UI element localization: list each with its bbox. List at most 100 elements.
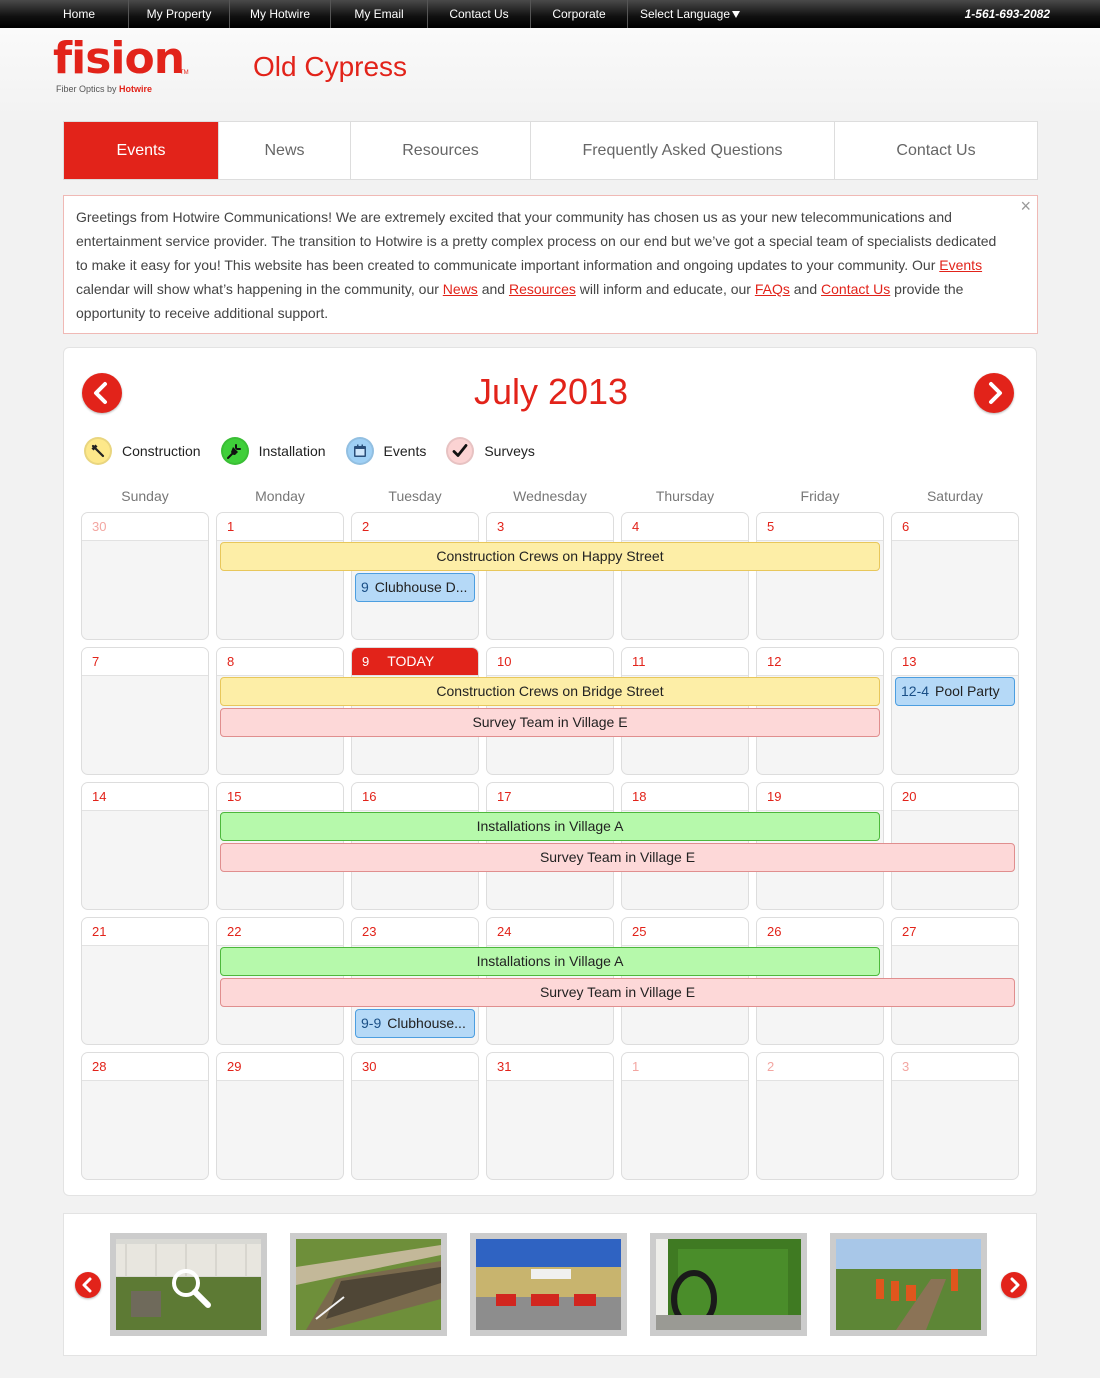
day-cell[interactable]: 6 bbox=[891, 512, 1019, 640]
event-bar-surv[interactable]: Survey Team in Village E bbox=[220, 978, 1015, 1007]
day-number: 21 bbox=[82, 918, 208, 946]
day-number: 20 bbox=[892, 783, 1018, 811]
gallery-thumbnail[interactable] bbox=[470, 1233, 627, 1336]
day-cell[interactable]: 31 bbox=[486, 1052, 614, 1180]
topnav-contact-us[interactable]: Contact Us bbox=[428, 0, 531, 28]
day-cell[interactable]: 3 bbox=[891, 1052, 1019, 1180]
event-bar-cons[interactable]: Construction Crews on Bridge Street bbox=[220, 677, 880, 706]
day-number-text: 27 bbox=[902, 924, 917, 939]
day-cell[interactable]: 29 bbox=[216, 1052, 344, 1180]
event-title: Survey Team in Village E bbox=[539, 849, 696, 865]
next-month-button[interactable] bbox=[974, 373, 1014, 413]
day-cell[interactable]: 28 bbox=[81, 1052, 209, 1180]
day-cell[interactable]: 4 bbox=[621, 512, 749, 640]
topnav-my-hotwire[interactable]: My Hotwire bbox=[230, 0, 331, 28]
legend-item-events: Events bbox=[345, 437, 427, 465]
day-cell[interactable]: 21 bbox=[81, 917, 209, 1045]
day-cell[interactable]: 2 bbox=[756, 1052, 884, 1180]
notice-link-events[interactable]: Events bbox=[939, 257, 982, 273]
day-cell[interactable]: 1 bbox=[621, 1052, 749, 1180]
day-number: 30 bbox=[82, 513, 208, 541]
day-number-text: 17 bbox=[497, 789, 512, 804]
gallery-next-button[interactable] bbox=[1001, 1272, 1027, 1298]
event-bar-evt[interactable]: 12-4 Pool Party bbox=[895, 677, 1015, 706]
day-number-text: 2 bbox=[767, 1059, 775, 1074]
notice-link-contact[interactable]: Contact Us bbox=[821, 281, 890, 297]
weekday-header: Wednesday bbox=[513, 488, 587, 504]
day-cell[interactable]: 1 bbox=[216, 512, 344, 640]
tab-frequently-asked-questions[interactable]: Frequently Asked Questions bbox=[531, 122, 835, 179]
day-cell[interactable]: 5 bbox=[756, 512, 884, 640]
notice-text-part: and bbox=[477, 281, 509, 297]
logo-tagline: Fiber Optics by Hotwire bbox=[56, 84, 193, 94]
day-number-text: 22 bbox=[227, 924, 242, 939]
topnav-home[interactable]: Home bbox=[30, 0, 129, 28]
day-number-text: 9 bbox=[362, 654, 370, 669]
logo-tagline-prefix: Fiber Optics by bbox=[56, 84, 120, 94]
gallery-prev-button[interactable] bbox=[75, 1272, 101, 1298]
day-number: 2 bbox=[352, 513, 478, 541]
weekday-header: Monday bbox=[255, 488, 305, 504]
gallery-thumbnail[interactable] bbox=[110, 1233, 267, 1336]
chevron-right-icon bbox=[1010, 1277, 1020, 1293]
day-cell[interactable]: 13 bbox=[891, 647, 1019, 775]
day-cell[interactable]: 14 bbox=[81, 782, 209, 910]
day-number-text: 23 bbox=[362, 924, 377, 939]
day-number: 1 bbox=[622, 1053, 748, 1081]
day-number: 15 bbox=[217, 783, 343, 811]
day-number: 17 bbox=[487, 783, 613, 811]
day-number-text: 6 bbox=[902, 519, 910, 534]
weekday-header: Friday bbox=[800, 488, 840, 504]
day-number-text: 28 bbox=[92, 1059, 107, 1074]
day-number: 24 bbox=[487, 918, 613, 946]
event-bar-surv[interactable]: Survey Team in Village E bbox=[220, 708, 880, 737]
day-number-text: 29 bbox=[227, 1059, 242, 1074]
day-number: 26 bbox=[757, 918, 883, 946]
notice-close-icon[interactable]: × bbox=[1020, 196, 1031, 217]
notice-link-news[interactable]: News bbox=[443, 281, 478, 297]
topnav-corporate[interactable]: Corporate bbox=[531, 0, 628, 28]
gallery-thumbnail[interactable] bbox=[650, 1233, 807, 1336]
tab-news[interactable]: News bbox=[219, 122, 351, 179]
day-number-text: 10 bbox=[497, 654, 512, 669]
day-cell[interactable]: 30 bbox=[351, 1052, 479, 1180]
tab-resources[interactable]: Resources bbox=[351, 122, 531, 179]
logo-wordmark: fision bbox=[53, 33, 185, 84]
day-cell[interactable]: 3 bbox=[486, 512, 614, 640]
tab-events[interactable]: Events bbox=[64, 122, 219, 179]
event-bar-surv[interactable]: Survey Team in Village E bbox=[220, 843, 1015, 872]
day-number-text: 18 bbox=[632, 789, 647, 804]
hammer-icon bbox=[84, 437, 112, 465]
gallery-thumbnail[interactable] bbox=[290, 1233, 447, 1336]
day-number: 16 bbox=[352, 783, 478, 811]
photo-crew-trench bbox=[836, 1239, 981, 1330]
event-bar-cons[interactable]: Construction Crews on Happy Street bbox=[220, 542, 880, 571]
day-number-text: 4 bbox=[632, 519, 640, 534]
event-time: 12-4 bbox=[901, 683, 930, 699]
day-cell[interactable]: 30 bbox=[81, 512, 209, 640]
tab-contact-us[interactable]: Contact Us bbox=[835, 122, 1037, 179]
day-number-text: 16 bbox=[362, 789, 377, 804]
topnav-my-property[interactable]: My Property bbox=[129, 0, 230, 28]
day-number-text: 20 bbox=[902, 789, 917, 804]
fision-logo[interactable]: fision TM Fiber Optics by Hotwire bbox=[53, 36, 193, 98]
day-number: 30 bbox=[352, 1053, 478, 1081]
chevron-right-icon bbox=[989, 382, 1002, 404]
notice-link-resources[interactable]: Resources bbox=[509, 281, 576, 297]
legend-label: Events bbox=[383, 443, 427, 459]
event-title: Clubhouse... bbox=[387, 1015, 466, 1031]
language-select[interactable]: Select Language bbox=[628, 0, 752, 28]
day-number: 13 bbox=[892, 648, 1018, 676]
day-number: 19 bbox=[757, 783, 883, 811]
day-number: 3 bbox=[487, 513, 613, 541]
topnav-my-email[interactable]: My Email bbox=[331, 0, 428, 28]
event-bar-inst[interactable]: Installations in Village A bbox=[220, 812, 880, 841]
gallery-thumbnail[interactable] bbox=[830, 1233, 987, 1336]
notice-link-faqs[interactable]: FAQs bbox=[755, 281, 790, 297]
event-bar-evt[interactable]: 9 Clubhouse D... bbox=[355, 573, 475, 602]
day-cell[interactable]: 7 bbox=[81, 647, 209, 775]
main-tabs: Events News Resources Frequently Asked Ques… bbox=[63, 121, 1038, 180]
day-number-text: 30 bbox=[362, 1059, 377, 1074]
event-bar-evt[interactable]: 9-9 Clubhouse... bbox=[355, 1009, 475, 1038]
event-bar-inst[interactable]: Installations in Village A bbox=[220, 947, 880, 976]
